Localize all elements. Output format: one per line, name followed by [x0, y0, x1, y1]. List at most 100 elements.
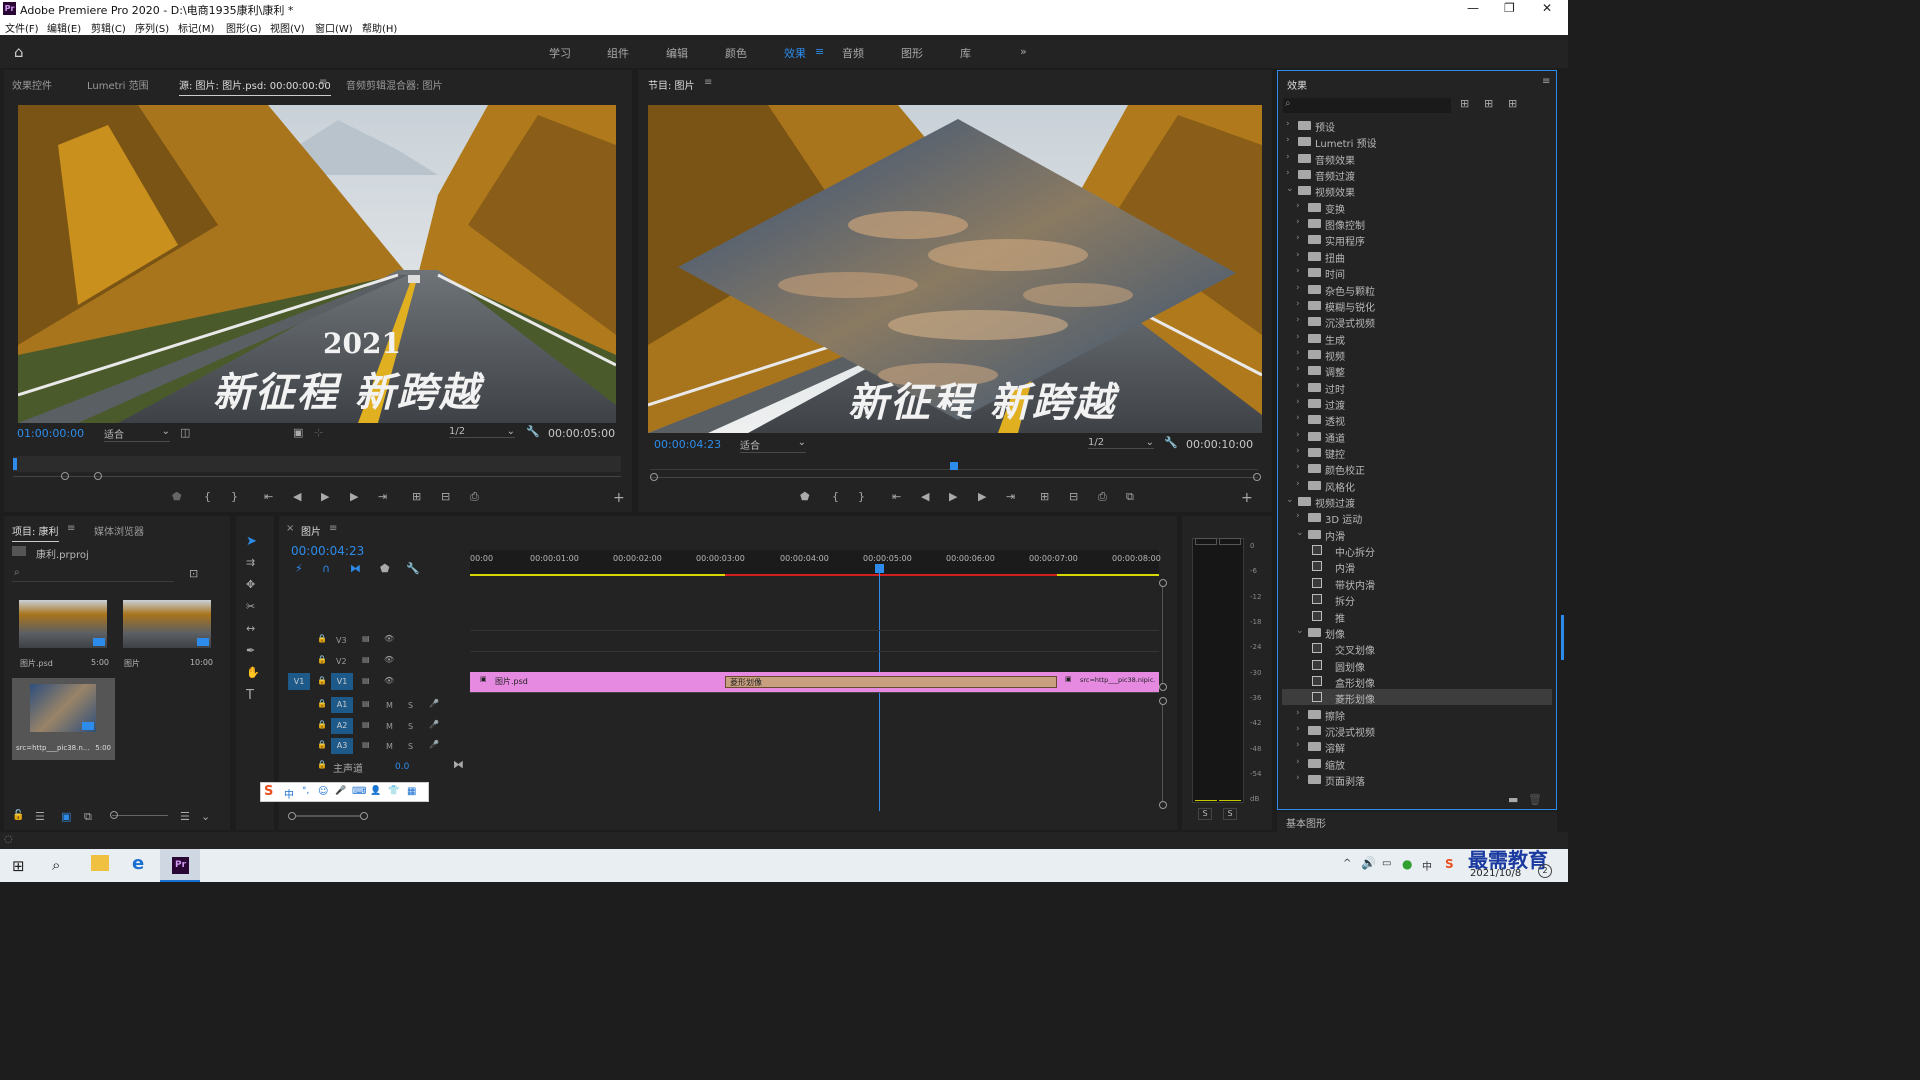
- tab-media-browser[interactable]: 媒体浏览器: [94, 523, 144, 538]
- sync-lock-icon[interactable]: ▤: [362, 634, 370, 643]
- chevron-right-icon[interactable]: ›: [1296, 511, 1306, 521]
- source-timecode[interactable]: 01:00:00:00: [17, 427, 84, 440]
- wrench-icon[interactable]: 🔧: [526, 425, 540, 438]
- accelerated-effects-icon[interactable]: ⊞: [1460, 97, 1469, 110]
- eye-icon[interactable]: 👁: [384, 655, 394, 664]
- add-button-icon[interactable]: +: [613, 490, 625, 506]
- mark-out-icon[interactable]: }: [858, 490, 865, 503]
- chevron-right-icon[interactable]: ›: [1296, 332, 1306, 342]
- effect-folder[interactable]: › 过时: [1282, 379, 1552, 396]
- project-item-selected[interactable]: src=http___pic38.n... 5:00: [12, 678, 115, 760]
- effect-folder[interactable]: › 颜色校正: [1282, 460, 1552, 477]
- effect-item[interactable]: 圆划像: [1282, 657, 1552, 674]
- hand-tool-icon[interactable]: ✋: [246, 666, 260, 679]
- chevron-right-icon[interactable]: ›: [1296, 708, 1306, 718]
- effect-folder[interactable]: › 生成: [1282, 330, 1552, 347]
- effect-folder[interactable]: ⌄ 视频过渡: [1282, 493, 1552, 510]
- lock-icon[interactable]: 🔒: [317, 676, 327, 685]
- volume-icon[interactable]: 🔊: [1361, 856, 1376, 870]
- effect-folder[interactable]: › 视频: [1282, 346, 1552, 363]
- tab-menu-icon[interactable]: ≡: [319, 77, 327, 88]
- go-to-in-icon[interactable]: ⇤: [264, 490, 273, 503]
- essential-graphics-tab[interactable]: 基本图形: [1277, 812, 1557, 832]
- add-marker-icon[interactable]: ⬟: [380, 562, 390, 575]
- windows-start-icon[interactable]: ⊞: [12, 857, 25, 875]
- effect-folder[interactable]: › 音频效果: [1282, 150, 1552, 167]
- effect-folder[interactable]: ⌄ 划像: [1282, 624, 1552, 641]
- yuv-effects-icon[interactable]: ⊞: [1508, 97, 1517, 110]
- chinese-mode-icon[interactable]: 中: [284, 786, 294, 801]
- snap-icon[interactable]: ∩: [322, 562, 330, 575]
- track-label-v1[interactable]: V1: [331, 673, 353, 690]
- menu-file[interactable]: 文件(F): [5, 20, 39, 35]
- search-icon[interactable]: ⌕: [52, 856, 60, 874]
- sync-lock-icon[interactable]: ▤: [362, 740, 370, 749]
- tray-overflow-icon[interactable]: ^: [1343, 858, 1351, 869]
- lift-icon[interactable]: ⊞: [1040, 490, 1049, 503]
- sogou-logo-icon[interactable]: S: [264, 784, 273, 799]
- chevron-right-icon[interactable]: ›: [1296, 430, 1306, 440]
- program-menu-icon[interactable]: ≡: [704, 77, 712, 88]
- source-scrubber[interactable]: [13, 456, 621, 472]
- effect-folder[interactable]: › 键控: [1282, 444, 1552, 461]
- new-bin-icon[interactable]: ⊡: [189, 567, 198, 580]
- tab-lumetri-scopes[interactable]: Lumetri 范围: [87, 77, 149, 92]
- menu-sequence[interactable]: 序列(S): [135, 20, 169, 35]
- program-scrubber[interactable]: [650, 462, 1258, 470]
- sync-lock-icon[interactable]: ▤: [362, 699, 370, 708]
- chevron-down-icon[interactable]: ⌄: [1286, 495, 1296, 505]
- menu-window[interactable]: 窗口(W): [315, 20, 353, 35]
- chevron-right-icon[interactable]: ›: [1296, 364, 1306, 374]
- program-resolution-select[interactable]: 1/2 ⌄: [1088, 437, 1154, 449]
- lock-icon[interactable]: 🔒: [317, 634, 327, 643]
- chevron-right-icon[interactable]: ›: [1286, 168, 1296, 178]
- menu-help[interactable]: 帮助(H): [362, 20, 397, 35]
- chevron-right-icon[interactable]: ›: [1296, 266, 1306, 276]
- close-tab-icon[interactable]: ×: [286, 523, 294, 534]
- h-scroll-handle[interactable]: [288, 812, 296, 820]
- home-icon[interactable]: ⌂: [14, 43, 24, 61]
- workspace-editing[interactable]: 编辑: [666, 45, 688, 61]
- effect-folder[interactable]: › Lumetri 预设: [1282, 133, 1552, 150]
- chevron-right-icon[interactable]: ›: [1296, 217, 1306, 227]
- track-label-a1[interactable]: A1: [331, 697, 353, 713]
- project-menu-icon[interactable]: ≡: [67, 523, 75, 534]
- zoom-handle-right[interactable]: [1253, 473, 1261, 481]
- toolbox-icon[interactable]: ▦: [407, 786, 416, 797]
- ime-mode-icon[interactable]: 中: [1422, 858, 1432, 873]
- transition-clip[interactable]: 菱形划像: [725, 676, 1057, 688]
- effect-folder[interactable]: › 预设: [1282, 117, 1552, 134]
- effect-item[interactable]: 推: [1282, 608, 1552, 625]
- lock-icon[interactable]: 🔓: [12, 810, 24, 821]
- add-button-icon[interactable]: +: [1241, 490, 1253, 506]
- workspace-assembly[interactable]: 组件: [607, 45, 629, 61]
- timeline-clip[interactable]: ▣ 图片.psd: [470, 672, 725, 692]
- user-icon[interactable]: 👤: [370, 786, 381, 796]
- workspace-graphics[interactable]: 图形: [901, 45, 923, 61]
- effect-item[interactable]: 中心拆分: [1282, 542, 1552, 559]
- mute-toggle[interactable]: M: [386, 722, 393, 731]
- pen-tool-icon[interactable]: ✒: [246, 644, 255, 657]
- effect-folder[interactable]: › 杂色与颗粒: [1282, 281, 1552, 298]
- emoji-icon[interactable]: ☺: [318, 786, 328, 797]
- source-resolution-select[interactable]: 1/2 ⌄: [449, 426, 515, 438]
- add-marker-icon[interactable]: ⬟: [172, 490, 182, 503]
- workspace-effects[interactable]: 效果: [784, 45, 806, 61]
- chevron-right-icon[interactable]: ›: [1296, 724, 1306, 734]
- menu-marker[interactable]: 标记(M): [178, 20, 214, 35]
- effect-folder[interactable]: › 沉浸式视频: [1282, 722, 1552, 739]
- zoom-handle-left[interactable]: [650, 473, 658, 481]
- timeline-clip[interactable]: ▣ src=http___pic38.nipic.: [1065, 672, 1159, 692]
- chevron-right-icon[interactable]: ›: [1296, 299, 1306, 309]
- track-label-a3[interactable]: A3: [331, 738, 353, 754]
- effect-folder[interactable]: › 擦除: [1282, 706, 1552, 723]
- extract-icon[interactable]: ⊟: [1069, 490, 1078, 503]
- mark-out-icon[interactable]: }: [231, 490, 238, 503]
- type-tool-icon[interactable]: T: [246, 688, 254, 703]
- go-to-out-icon[interactable]: ⇥: [1006, 490, 1015, 503]
- solo-right-button[interactable]: S: [1223, 808, 1237, 820]
- camera-sq-icon[interactable]: ▣: [293, 426, 303, 439]
- workspace-overflow-icon[interactable]: »: [1020, 45, 1027, 58]
- insert-clip-icon[interactable]: ⊞: [412, 490, 421, 503]
- list-view-icon[interactable]: ☰: [35, 810, 45, 823]
